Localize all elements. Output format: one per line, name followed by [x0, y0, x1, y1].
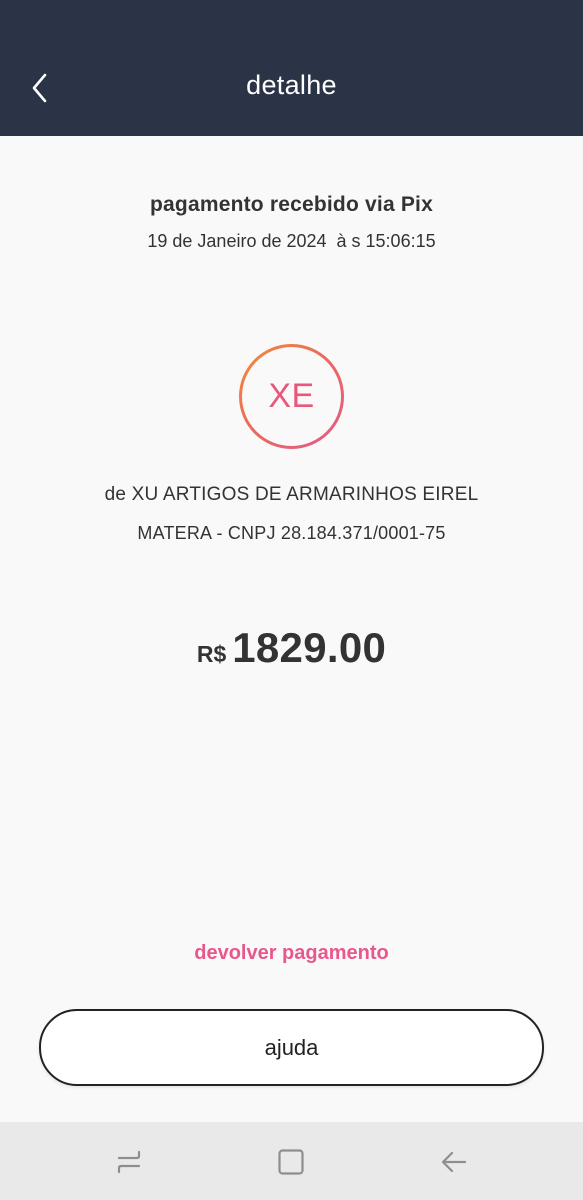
back-arrow-icon	[441, 1151, 467, 1173]
app-header: detalhe	[0, 0, 583, 136]
payer-bank-info: MATERA - CNPJ 28.184.371/0001-75	[137, 523, 446, 543]
recent-apps-icon	[117, 1150, 141, 1174]
system-back-button[interactable]	[432, 1140, 476, 1184]
transaction-datetime: 19 de Janeiro de 2024 à s 15:06:15	[147, 231, 436, 251]
payer-avatar: XE	[239, 344, 344, 449]
page-title: detalhe	[246, 70, 337, 100]
amount-display: R$ 1829.00	[0, 624, 583, 672]
recent-apps-button[interactable]	[107, 1140, 151, 1184]
avatar-initials: XE	[268, 377, 315, 415]
payer-name: de XU ARTIGOS DE ARMARINHOS EIREL	[104, 484, 479, 505]
system-navbar	[0, 1122, 583, 1200]
help-button[interactable]: ajuda	[39, 1009, 544, 1086]
refund-payment-link[interactable]: devolver pagamento	[0, 942, 583, 965]
home-square-icon	[278, 1149, 304, 1175]
amount-currency: R$	[196, 641, 227, 667]
avatar-inner: XE	[242, 347, 341, 446]
transaction-title: pagamento recebido via Pix	[150, 193, 433, 216]
home-button[interactable]	[269, 1140, 313, 1184]
amount-value: 1829.00	[232, 624, 387, 671]
